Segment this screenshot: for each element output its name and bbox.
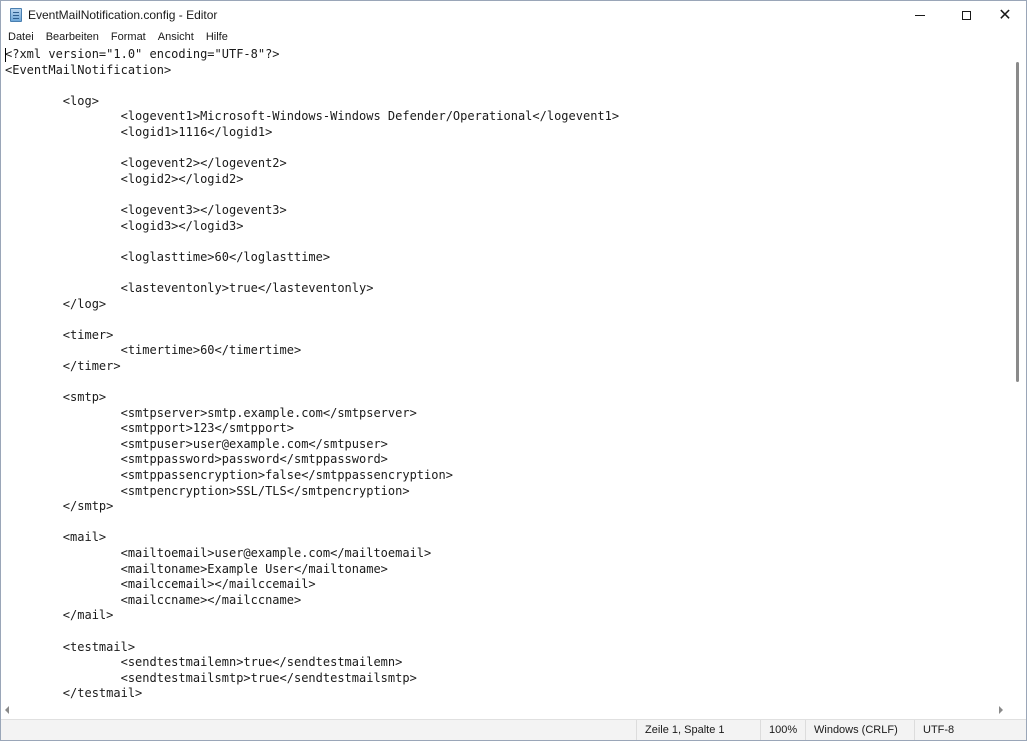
editor-line[interactable]: <mailtoname>Example User</mailtoname> — [5, 562, 388, 576]
maximize-icon — [961, 10, 971, 20]
editor-line[interactable]: <sendtestmailsmtp>true</sendtestmailsmtp… — [5, 671, 417, 685]
editor-line[interactable]: <mailccname></mailccname> — [5, 593, 302, 607]
status-bar: Zeile 1, Spalte 1 100% Windows (CRLF) UT… — [1, 719, 1026, 740]
menu-format[interactable]: Format — [105, 29, 152, 46]
editor-line[interactable]: </testmail> — [5, 686, 142, 700]
minimize-button[interactable] — [897, 1, 943, 29]
editor-line[interactable]: <logid3></logid3> — [5, 219, 244, 233]
window-title: EventMailNotification.config - Editor — [28, 8, 218, 22]
title-bar[interactable]: EventMailNotification.config - Editor ✕ — [1, 1, 1026, 29]
editor-line[interactable]: <logevent3></logevent3> — [5, 203, 287, 217]
editor-line[interactable]: <EventMailNotification> — [5, 63, 171, 77]
editor-line[interactable]: <testmail> — [5, 640, 135, 654]
scroll-right-icon[interactable] — [999, 706, 1003, 714]
editor-line[interactable]: <smtpencryption>SSL/TLS</smtpencryption> — [5, 484, 410, 498]
editor-line[interactable]: </log> — [5, 297, 106, 311]
encoding[interactable]: UTF-8 — [914, 720, 1026, 740]
close-button[interactable]: ✕ — [982, 1, 1026, 29]
close-icon: ✕ — [998, 5, 1012, 24]
menu-ansicht[interactable]: Ansicht — [152, 29, 200, 46]
notepad-icon — [10, 8, 22, 22]
editor-line[interactable]: <sendtestmailemn>true</sendtestmailemn> — [5, 655, 403, 669]
vertical-scrollbar[interactable] — [1011, 46, 1026, 703]
minimize-icon — [915, 14, 925, 16]
editor-line[interactable]: <smtp> — [5, 390, 106, 404]
editor-line[interactable]: </mail> — [5, 608, 114, 622]
menu-bearbeiten[interactable]: Bearbeiten — [40, 29, 105, 46]
editor-line[interactable]: <logid1>1116</logid1> — [5, 125, 273, 139]
editor-line[interactable]: <smtpport>123</smtpport> — [5, 421, 294, 435]
editor-line[interactable]: <loglasttime>60</loglasttime> — [5, 250, 331, 264]
editor-window: EventMailNotification.config - Editor ✕ … — [0, 0, 1027, 741]
editor-line[interactable]: <smtpuser>user@example.com</smtpuser> — [5, 437, 388, 451]
editor-line[interactable]: <logevent1>Microsoft-Windows-Windows Def… — [5, 109, 620, 123]
line-ending[interactable]: Windows (CRLF) — [805, 720, 914, 740]
menu-datei[interactable]: Datei — [1, 29, 40, 46]
editor-line[interactable]: <mailccemail></mailccemail> — [5, 577, 316, 591]
editor-line[interactable]: <timer> — [5, 328, 114, 342]
editor-line[interactable]: </timer> — [5, 359, 121, 373]
menu-hilfe[interactable]: Hilfe — [200, 29, 234, 46]
editor-line[interactable]: <smtppassword>password</smtppassword> — [5, 452, 388, 466]
editor-line[interactable]: <?xml version="1.0" encoding="UTF-8"?> — [5, 47, 280, 61]
horizontal-scrollbar[interactable] — [1, 703, 1011, 717]
zoom-level[interactable]: 100% — [760, 720, 805, 740]
text-caret — [5, 48, 6, 62]
editor-line[interactable]: <smtpserver>smtp.example.com</smtpserver… — [5, 406, 417, 420]
scroll-left-icon[interactable] — [5, 706, 9, 714]
editor-line[interactable]: <lasteventonly>true</lasteventonly> — [5, 281, 374, 295]
vertical-scroll-thumb[interactable] — [1016, 62, 1019, 382]
cursor-position: Zeile 1, Spalte 1 — [636, 720, 760, 740]
editor-line[interactable]: <mailtoemail>user@example.com</mailtoema… — [5, 546, 432, 560]
editor-line[interactable]: <log> — [5, 94, 99, 108]
menu-bar: Datei Bearbeiten Format Ansicht Hilfe — [1, 29, 1026, 46]
editor-line[interactable]: </smtp> — [5, 499, 114, 513]
editor-line[interactable]: <smtppassencryption>false</smtppassencry… — [5, 468, 453, 482]
editor-line[interactable]: <mail> — [5, 530, 106, 544]
editor-line[interactable]: <logid2></logid2> — [5, 172, 244, 186]
editor-line[interactable]: <logevent2></logevent2> — [5, 156, 287, 170]
text-editor[interactable]: <?xml version="1.0" encoding="UTF-8"?> <… — [1, 46, 1011, 703]
editor-line[interactable]: <timertime>60</timertime> — [5, 343, 302, 357]
editor-text[interactable]: <?xml version="1.0" encoding="UTF-8"?> <… — [5, 47, 619, 702]
